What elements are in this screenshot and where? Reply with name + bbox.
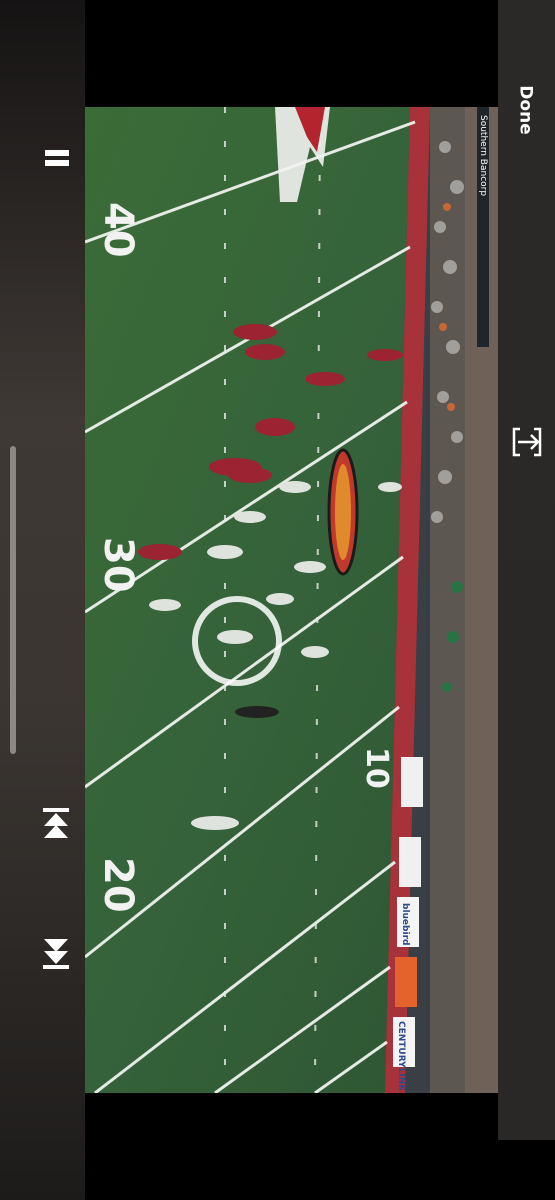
skip-back-icon[interactable] bbox=[41, 806, 71, 838]
done-button[interactable]: Done bbox=[497, 85, 555, 134]
yard-number-40: 40 bbox=[95, 202, 141, 258]
sign-centurylink: CENTURYLINK bbox=[396, 1021, 406, 1092]
player-right-controls bbox=[498, 0, 555, 1140]
pause-icon[interactable] bbox=[44, 145, 70, 171]
skip-forward-icon[interactable] bbox=[41, 937, 71, 969]
sign-southern-bancorp: Southern Bancorp bbox=[478, 115, 488, 196]
yard-number-20: 20 bbox=[95, 857, 141, 913]
share-icon[interactable] bbox=[510, 425, 544, 459]
football-field-scene: 40 30 20 10 Southern Bancorp bluebird CE… bbox=[85, 107, 498, 1093]
sign-bluebird: bluebird bbox=[400, 903, 410, 945]
scrubber-bar[interactable] bbox=[10, 446, 16, 754]
yard-number-10: 10 bbox=[359, 747, 394, 789]
video-frame[interactable]: 40 30 20 10 Southern Bancorp bluebird CE… bbox=[85, 107, 498, 1093]
yard-number-30: 30 bbox=[95, 537, 141, 593]
done-label: Done bbox=[516, 85, 536, 135]
